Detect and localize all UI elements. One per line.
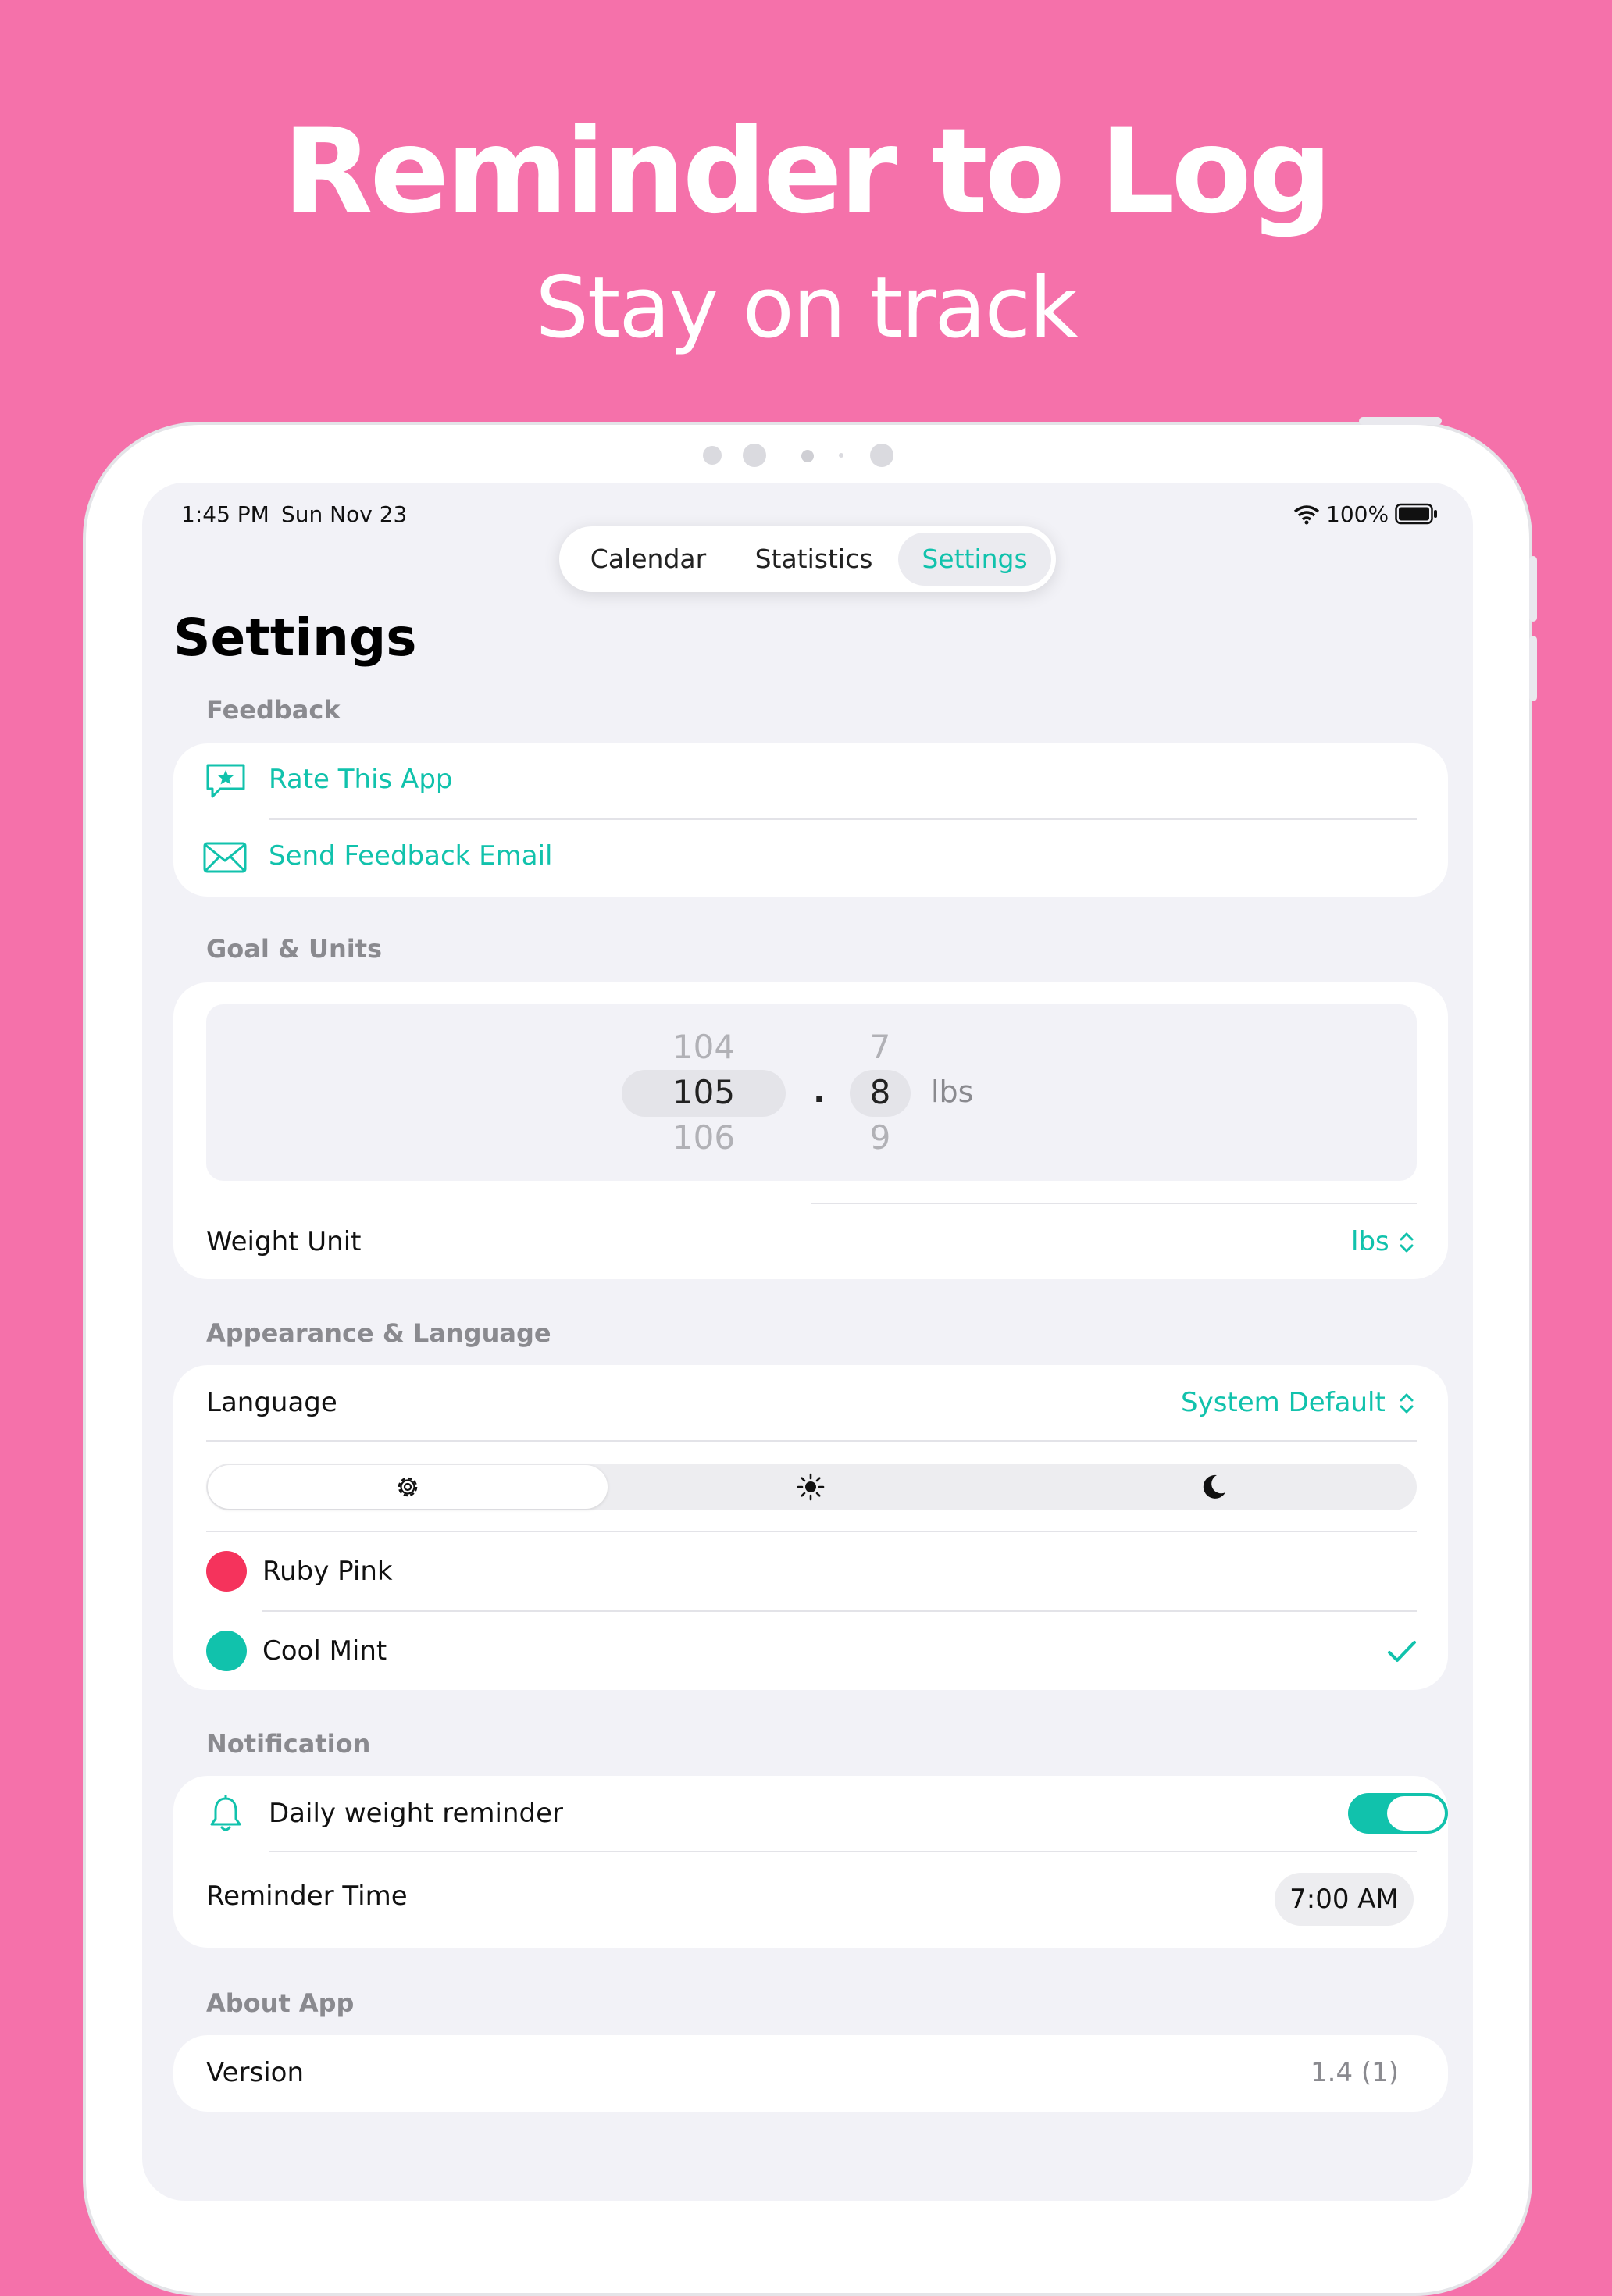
camera-dot <box>839 453 843 458</box>
section-header-appearance: Appearance & Language <box>206 1318 551 1348</box>
side-button-top <box>1359 417 1442 425</box>
version-value: 1.4 (1) <box>1311 2057 1400 2088</box>
section-header-goal: Goal & Units <box>206 934 383 964</box>
send-feedback-row[interactable]: Send Feedback Email <box>173 820 1448 897</box>
color-swatch-cool-mint <box>206 1631 247 1671</box>
send-feedback-label: Send Feedback Email <box>269 840 553 872</box>
picker-decimal-selected[interactable]: 8 <box>850 1073 911 1111</box>
tab-calendar[interactable]: Calendar <box>572 533 725 586</box>
tab-bar: Calendar Statistics Settings <box>559 526 1056 592</box>
section-header-about: About App <box>206 1988 355 2018</box>
reminder-time-label: Reminder Time <box>206 1881 408 1912</box>
section-header-feedback: Feedback <box>206 695 341 725</box>
picker-unit-label: lbs <box>931 1075 974 1109</box>
battery-icon <box>1395 503 1437 525</box>
tab-statistics[interactable]: Statistics <box>736 533 892 586</box>
appearance-card: Language System Default Ruby Pink Cool M… <box>173 1365 1448 1690</box>
picker-decimal-point: . <box>813 1071 826 1110</box>
theme-row-ruby-pink[interactable]: Ruby Pink <box>173 1532 1448 1610</box>
camera-dot <box>743 444 766 467</box>
segment-light-mode[interactable] <box>611 1464 1012 1510</box>
rate-app-row[interactable]: Rate This App <box>173 743 1448 818</box>
color-swatch-ruby-pink <box>206 1551 247 1592</box>
moon-icon <box>1203 1474 1225 1499</box>
hero-subtitle: Stay on track <box>535 259 1078 357</box>
theme-row-cool-mint[interactable]: Cool Mint <box>173 1612 1448 1690</box>
camera-dot <box>703 446 722 465</box>
segment-system-mode[interactable] <box>208 1464 608 1510</box>
picker-decimal-prev[interactable]: 7 <box>850 1028 911 1066</box>
goal-weight-picker[interactable]: 104 105 106 . 7 8 9 lbs <box>206 1004 1417 1181</box>
weight-unit-row[interactable]: Weight Unit lbs <box>173 1204 1448 1279</box>
weight-unit-label: Weight Unit <box>206 1226 362 1257</box>
chevron-up-down-icon <box>1400 1393 1414 1414</box>
theme-label-ruby-pink: Ruby Pink <box>262 1556 393 1587</box>
gear-icon <box>398 1477 418 1497</box>
sun-icon <box>797 1473 825 1501</box>
toggle-knob <box>1387 1796 1445 1831</box>
notification-card: Daily weight reminder Reminder Time 7:00… <box>173 1776 1448 1948</box>
picker-whole-next[interactable]: 106 <box>622 1118 786 1157</box>
daily-reminder-toggle[interactable] <box>1348 1793 1448 1834</box>
rate-app-label: Rate This App <box>269 764 453 795</box>
bell-icon <box>210 1795 241 1831</box>
reminder-time-row: Reminder Time 7:00 AM <box>173 1852 1448 1948</box>
weight-unit-value: lbs <box>1351 1226 1389 1257</box>
version-label: Version <box>206 2057 305 2088</box>
section-header-notification: Notification <box>206 1729 371 1759</box>
picker-whole-selected[interactable]: 105 <box>622 1073 786 1111</box>
status-time: 1:45 PM <box>181 501 269 527</box>
camera-lens <box>801 450 814 462</box>
status-date: Sun Nov 23 <box>281 501 408 527</box>
hero-title: Reminder to Log <box>282 104 1332 240</box>
reminder-time-button[interactable]: 7:00 AM <box>1275 1873 1414 1926</box>
side-button-volume-down <box>1529 636 1537 701</box>
camera-dot <box>870 444 893 467</box>
about-card: Version 1.4 (1) <box>173 2035 1448 2112</box>
tab-settings[interactable]: Settings <box>898 533 1051 586</box>
battery-percent: 100% <box>1326 501 1389 527</box>
picker-decimal-next[interactable]: 9 <box>850 1118 911 1157</box>
picker-whole-prev[interactable]: 104 <box>622 1028 786 1066</box>
chevron-up-down-icon <box>1400 1232 1414 1253</box>
app-screen: 1:45 PM Sun Nov 23 100% Calendar Statist… <box>142 483 1473 2201</box>
appearance-mode-segmented-control <box>206 1464 1417 1510</box>
envelope-icon <box>203 842 247 873</box>
language-row[interactable]: Language System Default <box>173 1365 1448 1440</box>
daily-reminder-row: Daily weight reminder <box>173 1776 1448 1851</box>
language-value: System Default <box>1181 1387 1386 1418</box>
daily-reminder-label: Daily weight reminder <box>269 1798 564 1829</box>
divider <box>206 1440 1417 1442</box>
page-title: Settings <box>173 608 417 668</box>
language-label: Language <box>206 1387 337 1418</box>
wifi-icon <box>1293 505 1320 525</box>
side-button-volume-up <box>1529 556 1537 622</box>
segment-dark-mode[interactable] <box>1014 1464 1417 1510</box>
star-bubble-icon <box>206 764 245 798</box>
goal-card: 104 105 106 . 7 8 9 lbs Weight Unit lbs <box>173 982 1448 1279</box>
theme-label-cool-mint: Cool Mint <box>262 1635 387 1667</box>
feedback-card: Rate This App Send Feedback Email <box>173 743 1448 897</box>
checkmark-icon <box>1388 1641 1416 1662</box>
